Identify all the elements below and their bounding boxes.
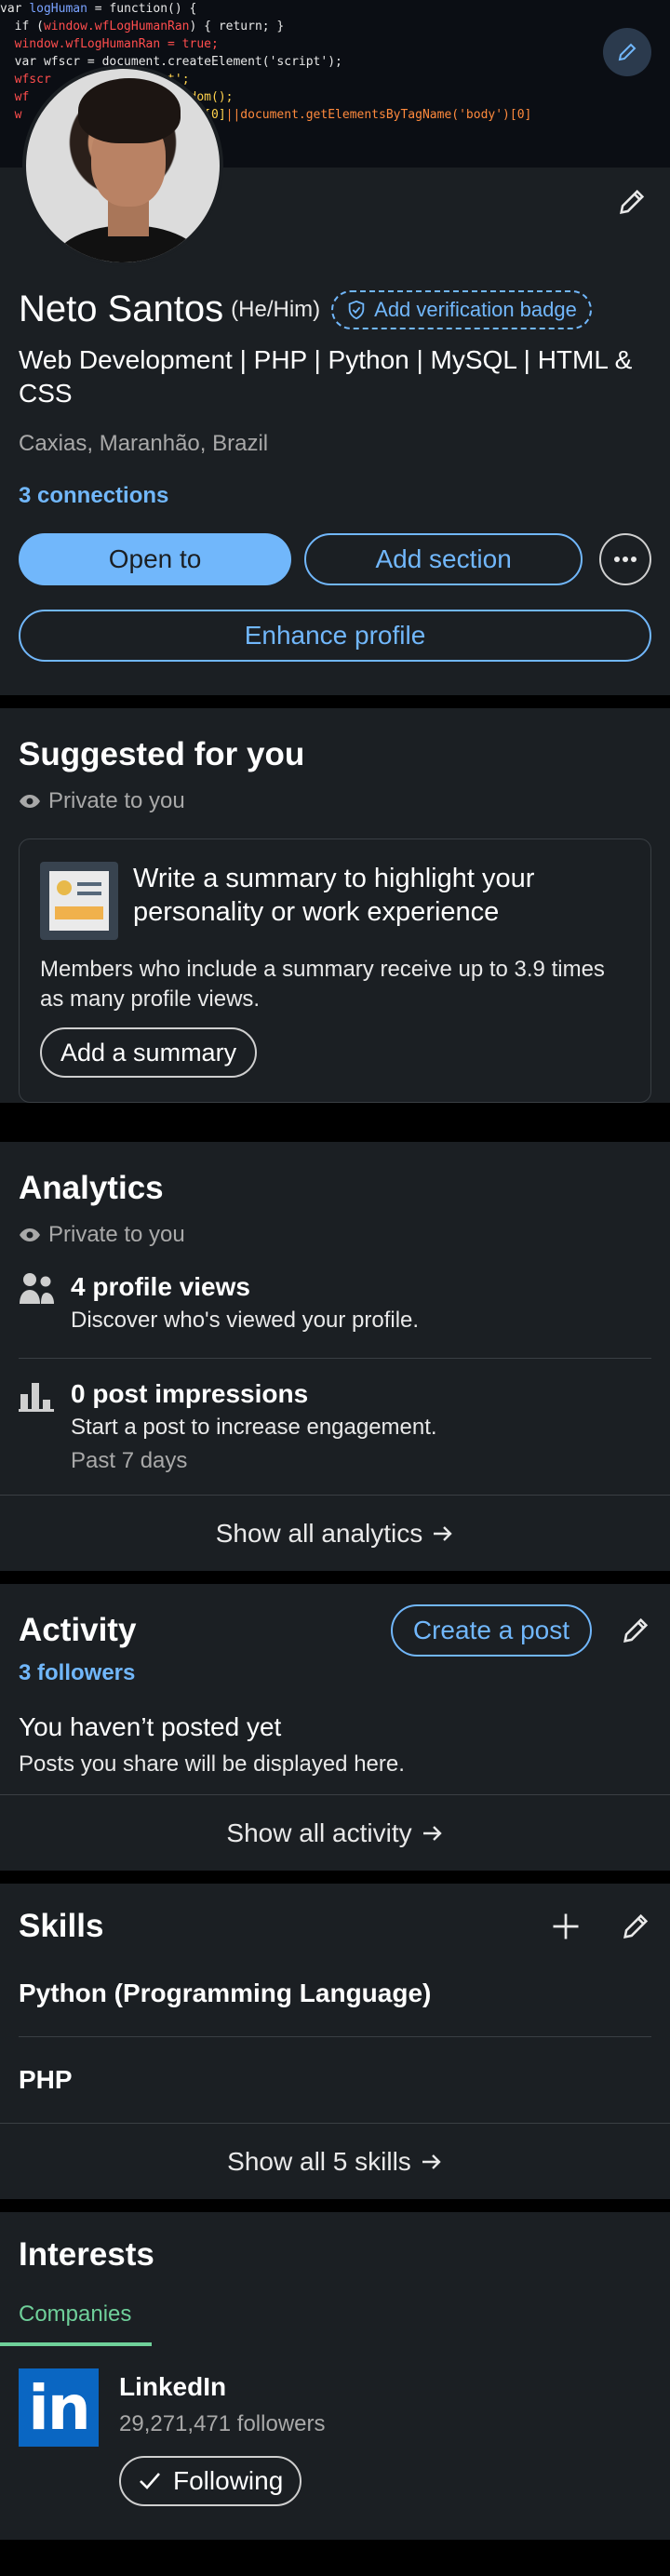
- section-title: Suggested for you: [19, 736, 305, 772]
- pencil-icon[interactable]: [620, 1615, 651, 1646]
- people-icon: [20, 1273, 54, 1304]
- shield-check-icon: [348, 300, 365, 319]
- show-all-label: Show all analytics: [215, 1518, 423, 1548]
- add-verification-badge-button[interactable]: Add verification badge: [331, 289, 592, 329]
- bar-chart-icon: [19, 1383, 54, 1412]
- skill-item[interactable]: Python (Programming Language): [19, 1945, 651, 2036]
- add-section-button[interactable]: Add section: [304, 533, 583, 585]
- following-button[interactable]: Following: [119, 2456, 302, 2506]
- post-impressions-desc: Start a post to increase engagement.: [71, 1415, 437, 1440]
- no-posts-subtitle: Posts you share will be displayed here.: [19, 1751, 405, 1777]
- plus-icon[interactable]: [549, 1910, 583, 1943]
- arrow-right-icon: [422, 1825, 442, 1841]
- show-all-skills-link[interactable]: Show all 5 skills: [0, 2123, 670, 2199]
- open-to-button[interactable]: Open to: [19, 533, 292, 585]
- suggested-section: Suggested for you Private to you Write a…: [0, 708, 670, 1103]
- suggestion-body: Members who include a summary receive up…: [40, 957, 605, 1012]
- profile-name: Neto Santos: [19, 288, 224, 329]
- profile-top-card: var logHuman = function() { if (window.w…: [0, 0, 670, 695]
- section-title: Activity: [19, 1612, 137, 1648]
- profile-views-title: 4 profile views: [71, 1272, 250, 1301]
- post-impressions-item[interactable]: 0 post impressions Start a post to incre…: [19, 1379, 651, 1474]
- pencil-icon: [618, 43, 636, 61]
- eye-icon: [20, 795, 40, 808]
- company-followers: 29,271,471 followers: [119, 2411, 326, 2436]
- more-actions-button[interactable]: [599, 533, 651, 585]
- show-all-label: Show all 5 skills: [227, 2146, 411, 2176]
- no-posts-title: You haven’t posted yet: [19, 1712, 282, 1741]
- interests-section: Interests Companies in LinkedIn 29,271,4…: [0, 2212, 670, 2540]
- privacy-label: Private to you: [48, 1222, 185, 1247]
- checkmark-icon: [140, 2473, 160, 2489]
- privacy-label: Private to you: [48, 788, 185, 813]
- badge-label: Add verification badge: [374, 297, 577, 321]
- show-all-analytics-link[interactable]: Show all analytics: [0, 1495, 670, 1571]
- skill-item[interactable]: PHP: [19, 2037, 651, 2123]
- profile-views-desc: Discover who's viewed your profile.: [71, 1308, 420, 1333]
- skills-section: Skills Python (Programming Language) PHP…: [0, 1884, 670, 2199]
- section-title: Analytics: [19, 1170, 164, 1206]
- arrow-right-icon: [434, 1525, 452, 1541]
- linkedin-logo-icon: in: [19, 2368, 99, 2447]
- followers-link[interactable]: 3 followers: [19, 1660, 651, 1686]
- company-item[interactable]: in LinkedIn 29,271,471 followers Followi…: [19, 2346, 651, 2540]
- show-all-activity-link[interactable]: Show all activity: [0, 1794, 670, 1871]
- post-impressions-title: 0 post impressions: [71, 1379, 309, 1408]
- enhance-profile-button[interactable]: Enhance profile: [19, 610, 651, 662]
- activity-section: Activity Create a post 3 followers You h…: [0, 1584, 670, 1871]
- post-impressions-period: Past 7 days: [71, 1448, 188, 1473]
- create-post-button[interactable]: Create a post: [390, 1604, 592, 1657]
- edit-intro-button[interactable]: [616, 186, 648, 222]
- ellipsis-icon: [614, 557, 637, 562]
- arrow-right-icon: [422, 2153, 441, 2169]
- profile-views-item[interactable]: 4 profile views Discover who's viewed yo…: [19, 1272, 651, 1358]
- company-name: LinkedIn: [119, 2372, 227, 2401]
- add-summary-button[interactable]: Add a summary: [40, 1027, 258, 1078]
- eye-icon: [20, 1228, 40, 1241]
- following-label: Following: [173, 2466, 284, 2495]
- pencil-icon: [620, 189, 645, 214]
- analytics-section: Analytics Private to you 4 profile views…: [0, 1142, 670, 1571]
- pencil-icon[interactable]: [620, 1911, 651, 1942]
- section-title: Interests: [19, 2236, 154, 2273]
- suggestion-title: Write a summary to highlight your person…: [133, 864, 535, 927]
- summary-suggestion-card: Write a summary to highlight your person…: [19, 839, 651, 1103]
- profile-pronouns: (He/Him): [231, 296, 321, 322]
- banner-edit-button[interactable]: [603, 28, 651, 76]
- tab-companies[interactable]: Companies: [0, 2283, 153, 2346]
- connections-link[interactable]: 3 connections: [19, 483, 651, 509]
- privacy-note: Private to you: [19, 1222, 651, 1248]
- privacy-note: Private to you: [19, 788, 651, 814]
- section-title: Skills: [19, 1908, 104, 1944]
- profile-headline: Web Development | PHP | Python | MySQL |…: [19, 345, 633, 408]
- show-all-label: Show all activity: [226, 1818, 412, 1847]
- profile-location: Caxias, Maranhão, Brazil: [19, 431, 269, 456]
- profile-card-illustration-icon: [40, 862, 118, 940]
